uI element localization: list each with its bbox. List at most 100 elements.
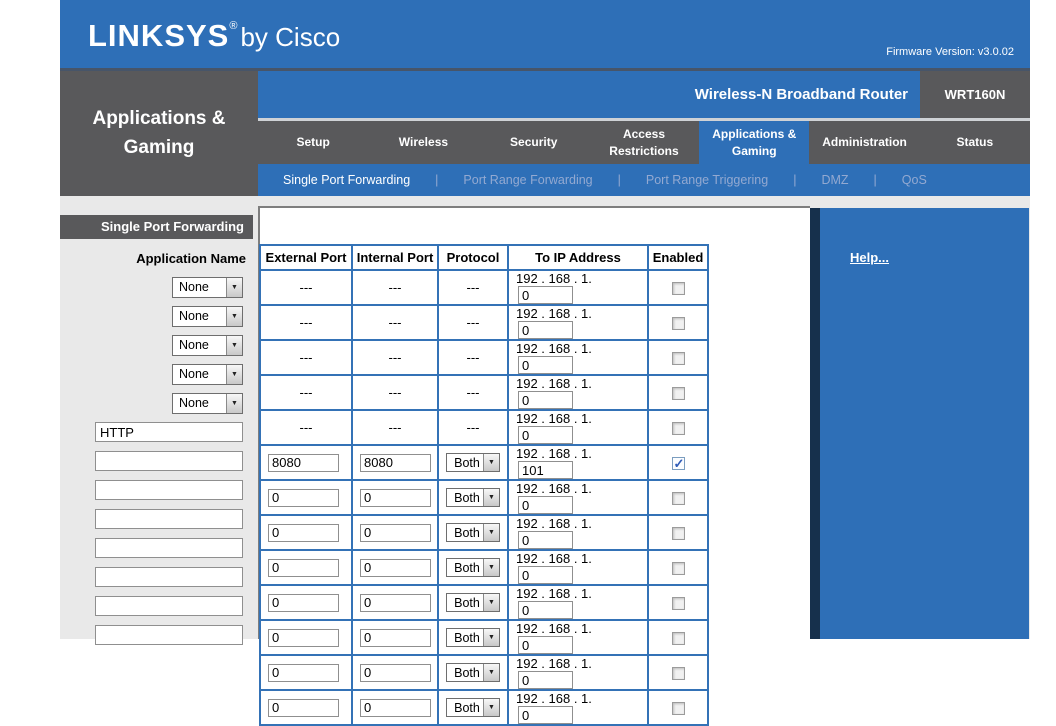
internal-port-input[interactable] [360, 523, 431, 542]
tab-wireless[interactable]: Wireless [368, 121, 478, 164]
ip-last-octet-input[interactable] [518, 706, 573, 723]
application-name-select[interactable]: None ▼ [172, 277, 243, 298]
enabled-cell [647, 269, 709, 306]
application-name-select[interactable]: None ▼ [172, 364, 243, 385]
ip-last-octet-input[interactable] [518, 566, 573, 583]
ip-last-octet-input[interactable] [518, 671, 573, 688]
tab-status[interactable]: Status [920, 121, 1030, 164]
internal-port-input[interactable] [360, 663, 431, 682]
external-port-cell: --- [259, 339, 353, 376]
protocol-select[interactable]: Both ▼ [446, 628, 500, 647]
ip-address-cell: 192 . 168 . 1. [507, 549, 649, 586]
panel-title-bar: Single Port Forwarding [60, 215, 253, 239]
external-port-input[interactable] [268, 488, 339, 507]
ip-last-octet-input[interactable] [518, 286, 573, 303]
internal-port-input[interactable] [360, 698, 431, 717]
application-name-input[interactable] [95, 596, 243, 616]
port-forwarding-row: Both▼ 192 . 168 . 1. [259, 654, 709, 691]
protocol-select[interactable]: Both ▼ [446, 488, 500, 507]
tab-security[interactable]: Security [479, 121, 589, 164]
internal-port-input[interactable] [360, 453, 431, 472]
subnav-item-port-range-forwarding[interactable]: Port Range Forwarding [463, 173, 592, 187]
tab-label: Access Restrictions [609, 127, 679, 158]
ip-address-cell: 192 . 168 . 1. [507, 479, 649, 516]
subnav-item-port-range-triggering[interactable]: Port Range Triggering [646, 173, 768, 187]
external-port-input[interactable] [268, 628, 339, 647]
protocol-cell: Both ▼ [437, 689, 509, 726]
protocol-select[interactable]: Both ▼ [446, 663, 500, 682]
internal-port-value: --- [388, 420, 402, 435]
dropdown-arrow-icon: ▼ [483, 594, 499, 611]
ip-address-cell: 192 . 168 . 1. [507, 304, 649, 341]
application-name-input[interactable] [95, 567, 243, 587]
external-port-input[interactable] [268, 523, 339, 542]
tab-administration[interactable]: Administration [809, 121, 919, 164]
internal-port-input[interactable] [360, 628, 431, 647]
external-port-input[interactable] [268, 663, 339, 682]
enabled-checkbox[interactable] [671, 667, 685, 681]
dropdown-arrow-icon: ▼ [226, 307, 242, 326]
application-name-input[interactable] [95, 625, 243, 645]
application-name-select[interactable]: None ▼ [172, 335, 243, 356]
ip-last-octet-input[interactable] [518, 426, 573, 443]
application-name-select[interactable]: None ▼ [172, 306, 243, 327]
enabled-checkbox[interactable] [671, 527, 685, 541]
enabled-checkbox[interactable] [671, 562, 685, 576]
subnav-separator: | [873, 173, 877, 187]
external-port-input[interactable] [268, 593, 339, 612]
enabled-checkbox[interactable] [671, 422, 685, 436]
internal-port-cell: --- [351, 339, 439, 376]
subnav-item-qos[interactable]: QoS [902, 173, 927, 187]
enabled-cell [647, 339, 709, 376]
ip-last-octet-input[interactable] [518, 601, 573, 618]
ip-last-octet-input[interactable] [518, 531, 573, 548]
enabled-checkbox[interactable] [671, 317, 685, 331]
protocol-select[interactable]: Both ▼ [446, 698, 500, 717]
column-header-internal-port: Internal Port [351, 244, 439, 271]
internal-port-value: --- [388, 350, 402, 365]
enabled-checkbox[interactable] [671, 387, 685, 401]
external-port-input[interactable] [268, 558, 339, 577]
internal-port-input[interactable] [360, 558, 431, 577]
application-name-input[interactable] [95, 422, 243, 442]
protocol-select[interactable]: Both ▼ [446, 558, 500, 577]
protocol-select[interactable]: Both ▼ [446, 453, 500, 472]
enabled-checkbox[interactable] [671, 282, 685, 296]
enabled-cell [647, 514, 709, 551]
external-port-cell [259, 444, 353, 481]
ip-last-octet-input[interactable] [518, 321, 573, 338]
port-forwarding-row: --- --- --- 192 . 168 . 1. [259, 269, 709, 306]
port-forwarding-row: Both▼ 192 . 168 . 1. [259, 619, 709, 656]
enabled-checkbox[interactable] [671, 456, 685, 472]
help-link[interactable]: Help... [850, 250, 889, 265]
enabled-checkbox[interactable] [671, 597, 685, 611]
subnav-item-single-port-forwarding[interactable]: Single Port Forwarding [283, 173, 410, 187]
protocol-select[interactable]: Both ▼ [446, 523, 500, 542]
ip-address-cell: 192 . 168 . 1. [507, 584, 649, 621]
external-port-cell [259, 689, 353, 726]
enabled-checkbox[interactable] [671, 702, 685, 716]
tab-setup[interactable]: Setup [258, 121, 368, 164]
ip-last-octet-input[interactable] [518, 391, 573, 408]
ip-prefix: 192 . 168 . 1. [516, 481, 592, 496]
external-port-input[interactable] [268, 453, 339, 472]
application-name-input[interactable] [95, 480, 243, 500]
internal-port-input[interactable] [360, 488, 431, 507]
internal-port-input[interactable] [360, 593, 431, 612]
subnav-item-dmz[interactable]: DMZ [821, 173, 848, 187]
subnav-separator: | [793, 173, 797, 187]
tab-access-restrictions[interactable]: Access Restrictions [589, 121, 699, 164]
application-name-input[interactable] [95, 538, 243, 558]
ip-last-octet-input[interactable] [518, 496, 573, 513]
ip-last-octet-input[interactable] [518, 356, 573, 373]
protocol-select[interactable]: Both ▼ [446, 593, 500, 612]
application-name-input[interactable] [95, 509, 243, 529]
tab-applications-gaming[interactable]: Applications & Gaming [699, 121, 810, 164]
enabled-checkbox[interactable] [671, 352, 685, 366]
external-port-input[interactable] [268, 698, 339, 717]
application-name-input[interactable] [95, 451, 243, 471]
application-name-select[interactable]: None ▼ [172, 393, 243, 414]
enabled-checkbox[interactable] [671, 492, 685, 506]
ip-prefix: 192 . 168 . 1. [516, 306, 592, 321]
ip-last-octet-input[interactable] [518, 461, 573, 478]
